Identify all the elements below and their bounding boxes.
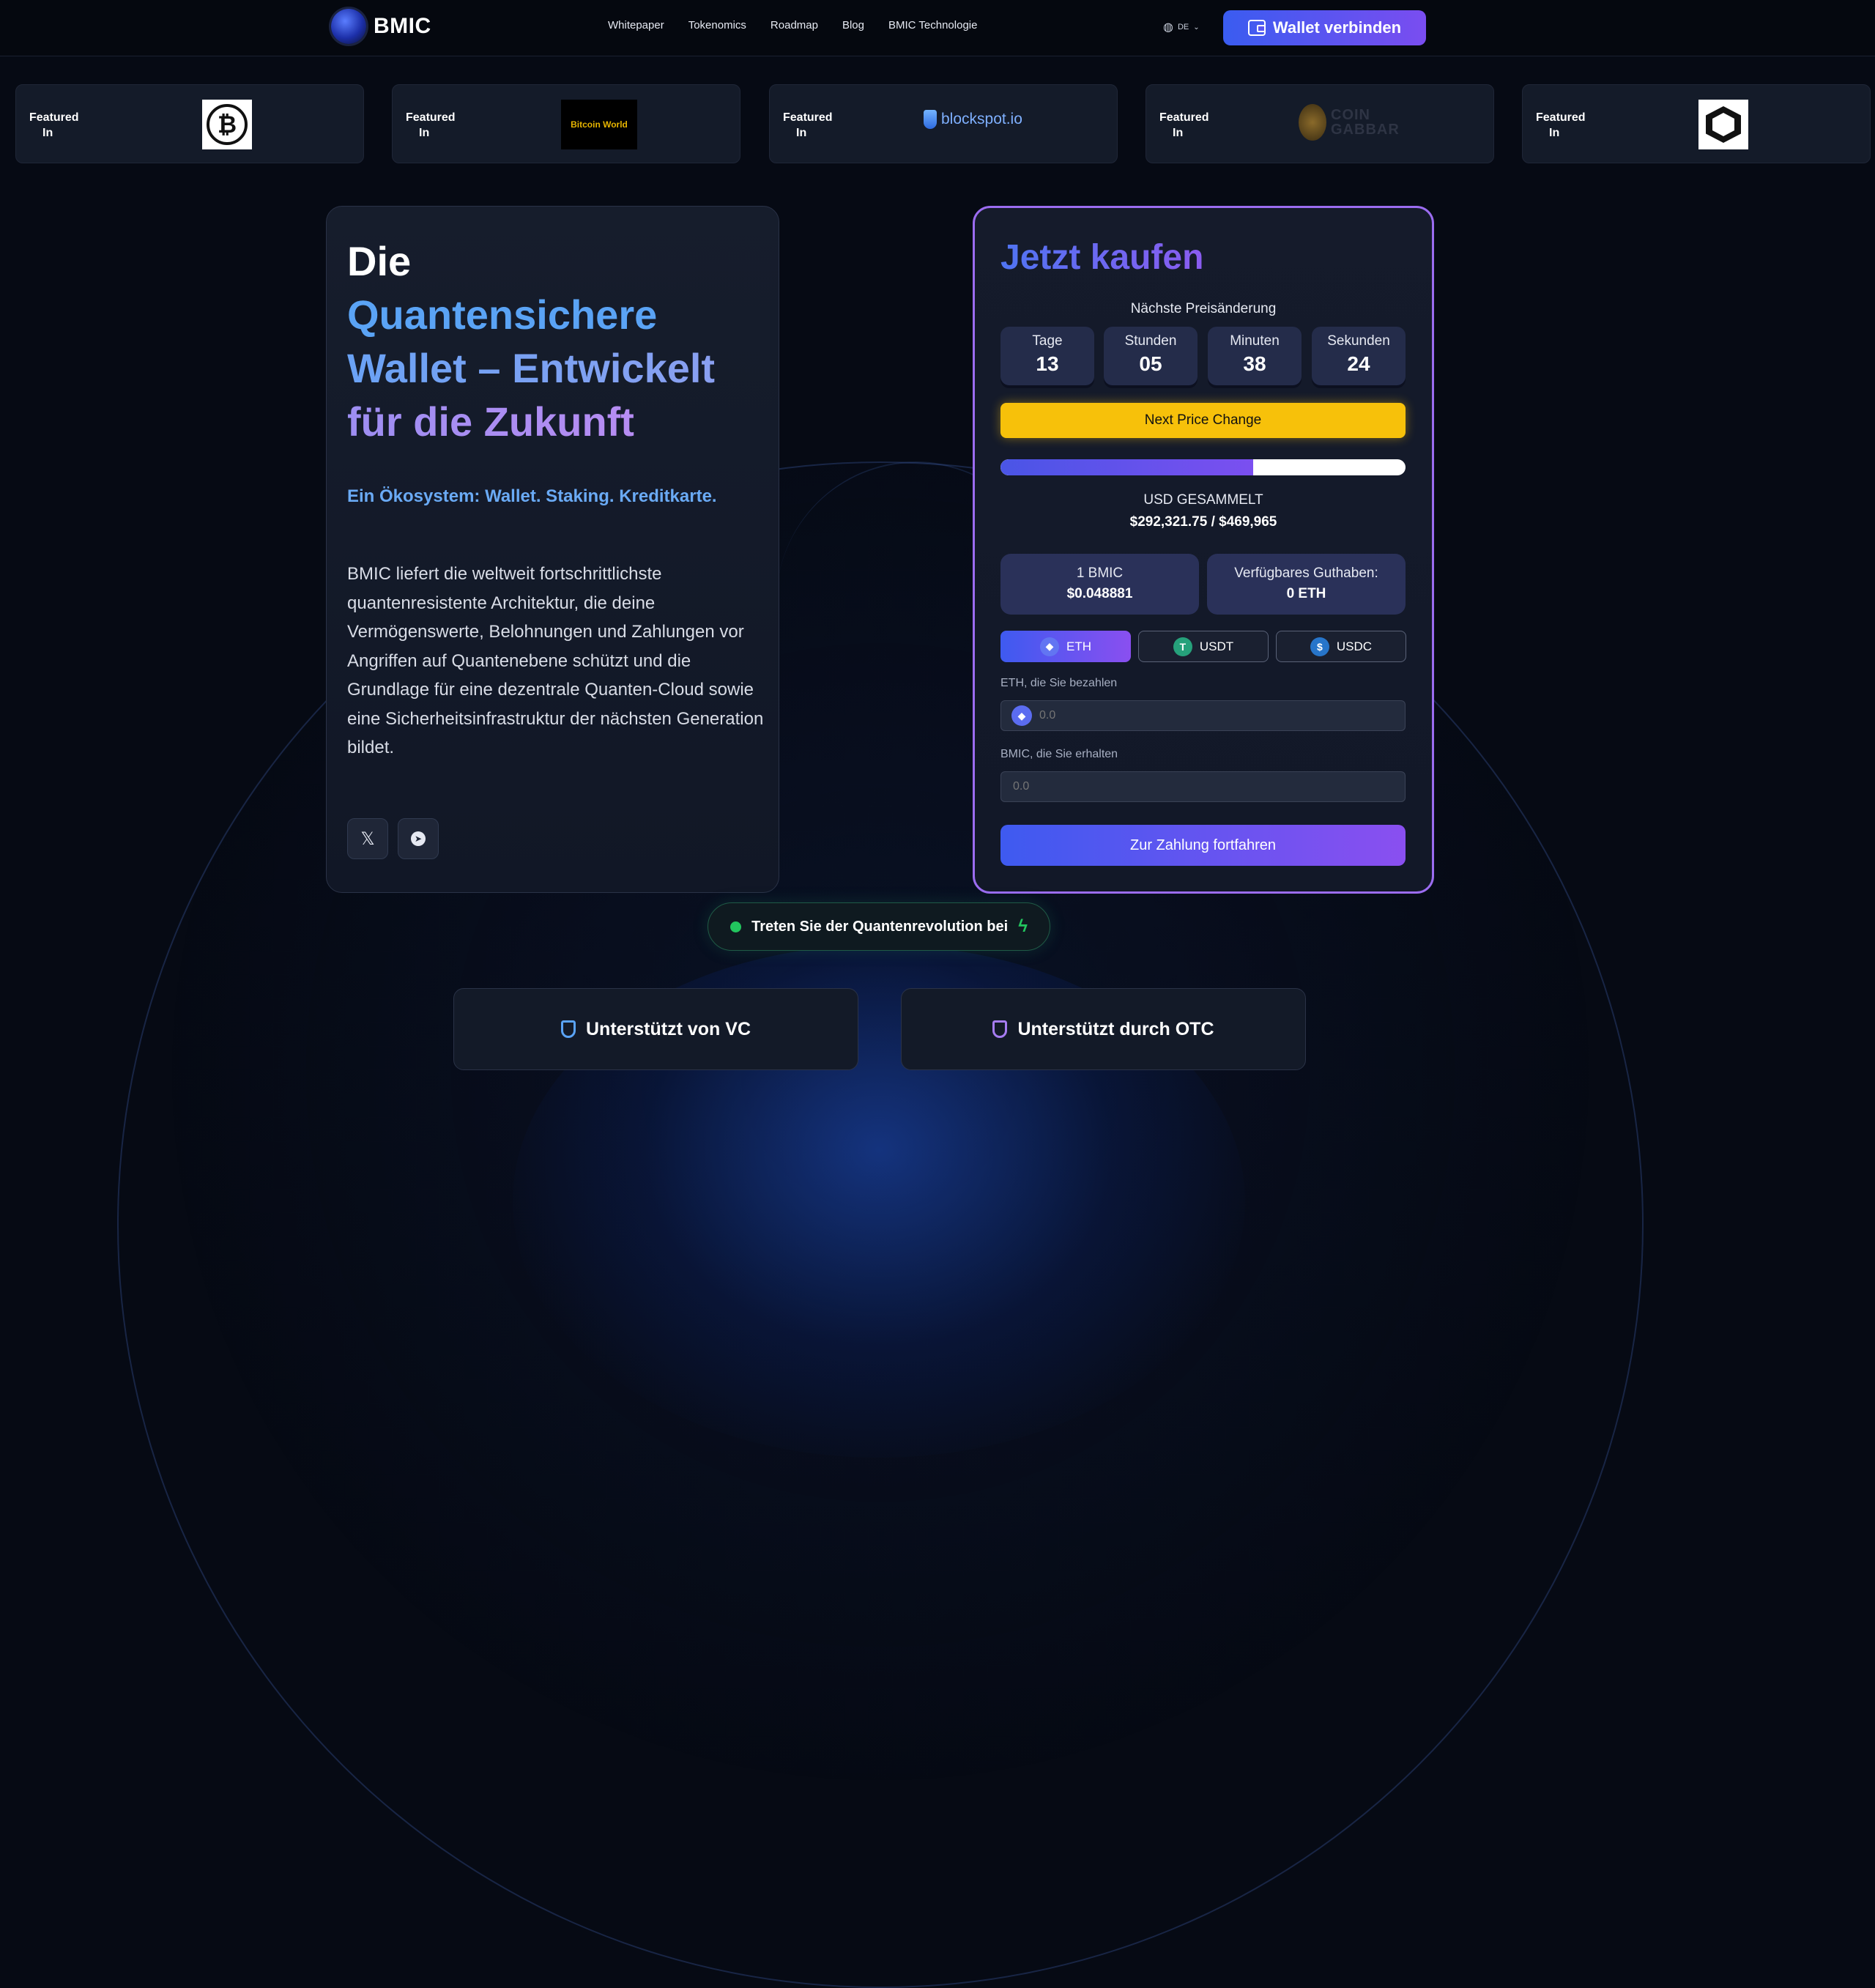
telegram-social-button[interactable]: ➤: [398, 818, 439, 859]
next-price-change-button[interactable]: Next Price Change: [1000, 403, 1406, 438]
connect-wallet-button[interactable]: Wallet verbinden: [1223, 10, 1426, 45]
lightning-icon: ϟ: [1018, 916, 1028, 936]
usdc-icon: $: [1310, 637, 1329, 656]
nav-bmic-technologie[interactable]: BMIC Technologie: [888, 19, 977, 31]
brand-name: BMIC: [374, 14, 431, 38]
pay-amount-label: ETH, die Sie bezahlen: [1000, 677, 1118, 689]
featured-label: Featured In: [1159, 111, 1209, 139]
available-balance-label: Verfügbares Guthaben:: [1234, 565, 1378, 581]
receive-amount-input[interactable]: [1011, 779, 1366, 794]
supported-by-otc-text: Unterstützt durch OTC: [1017, 1018, 1214, 1039]
token-price-value: $0.048881: [1066, 586, 1133, 601]
token-usdt-button[interactable]: T USDT: [1138, 631, 1269, 662]
brand-logo[interactable]: BMIC: [331, 9, 431, 44]
usd-raised-label: USD GESAMMELT: [1143, 492, 1263, 508]
nav-tokenomics[interactable]: Tokenomics: [688, 19, 746, 31]
wallet-icon: [1247, 20, 1266, 36]
coin-gabbar-logo-icon: COIN GABBAR: [1299, 104, 1400, 141]
connect-wallet-label: Wallet verbinden: [1272, 18, 1402, 37]
globe-icon: ◍: [1163, 21, 1173, 34]
token-eth-button[interactable]: ◆ ETH: [1000, 631, 1131, 662]
featured-label: Featured In: [29, 111, 79, 139]
presale-progress-fill: [1000, 459, 1253, 475]
chevron-down-icon: ⌄: [1193, 23, 1200, 31]
proceed-to-payment-button[interactable]: Zur Zahlung fortfahren: [1000, 825, 1406, 866]
hexagon-logo-icon: [1698, 100, 1748, 149]
featured-card-bitcoin-world[interactable]: Featured In Bitcoin World: [392, 84, 740, 163]
usd-raised-value: $292,321.75 / $469,965: [1129, 514, 1277, 530]
bmic-logo-icon: [331, 9, 366, 44]
bitcoin-logo-icon: ₿: [202, 100, 252, 149]
telegram-icon: ➤: [411, 831, 426, 846]
supported-by-vc-card: Unterstützt von VC: [453, 988, 858, 1070]
blockspot-text: blockspot.io: [941, 111, 1022, 127]
featured-label: Featured In: [1536, 111, 1586, 139]
countdown-hours: Stunden 05: [1104, 327, 1198, 385]
x-social-button[interactable]: 𝕏: [347, 818, 388, 859]
receive-amount-label: BMIC, die Sie erhalten: [1000, 748, 1118, 760]
receive-amount-field[interactable]: [1000, 771, 1406, 802]
token-usdc-button[interactable]: $ USDC: [1276, 631, 1406, 662]
available-balance-value: 0 ETH: [1286, 586, 1326, 601]
featured-card-hexagon[interactable]: Featured In: [1522, 84, 1871, 163]
blockspot-logo-icon: blockspot.io: [924, 110, 1022, 129]
next-price-change-label: Nächste Preisänderung: [1130, 301, 1277, 316]
eth-icon: ◆: [1040, 637, 1059, 656]
nav-whitepaper[interactable]: Whitepaper: [608, 19, 664, 31]
hero-card: Die Quantensichere Wallet – Entwickelt f…: [326, 206, 779, 893]
countdown-minutes: Minuten 38: [1208, 327, 1302, 385]
hero-subtitle: Ein Ökosystem: Wallet. Staking. Kreditka…: [347, 486, 717, 506]
hero-title: Die Quantensichere Wallet – Entwickelt f…: [347, 234, 772, 448]
featured-card-coin-gabbar[interactable]: Featured In COIN GABBAR: [1146, 84, 1494, 163]
x-icon: 𝕏: [360, 828, 375, 849]
available-balance-box: Verfügbares Guthaben: 0 ETH: [1207, 554, 1406, 615]
supported-by-otc-card: Unterstützt durch OTC: [901, 988, 1306, 1070]
usdt-icon: T: [1173, 637, 1192, 656]
pay-amount-input[interactable]: [1038, 708, 1392, 723]
language-code: DE: [1177, 23, 1189, 31]
featured-label: Featured In: [406, 111, 456, 139]
buy-title: Jetzt kaufen: [1000, 238, 1204, 277]
quantum-revolution-text: Treten Sie der Quantenrevolution bei: [751, 918, 1009, 935]
hero-description: BMIC liefert die weltweit fortschrittlic…: [347, 564, 764, 757]
pay-amount-field[interactable]: ◆: [1000, 700, 1406, 731]
token-price-label: 1 BMIC: [1076, 565, 1124, 581]
bitcoin-world-logo-icon: Bitcoin World: [561, 100, 637, 149]
nav-roadmap[interactable]: Roadmap: [771, 19, 818, 31]
quantum-revolution-pill[interactable]: Treten Sie der Quantenrevolution bei ϟ: [708, 902, 1050, 951]
shield-icon: [561, 1020, 576, 1038]
featured-card-bitcoin[interactable]: Featured In ₿: [15, 84, 364, 163]
countdown-days: Tage 13: [1000, 327, 1094, 385]
buy-widget: Jetzt kaufen Nächste Preisänderung Tage 1…: [973, 206, 1434, 894]
shield-icon: [992, 1020, 1008, 1038]
countdown-seconds: Sekunden 24: [1312, 327, 1406, 385]
featured-card-blockspot[interactable]: Featured In blockspot.io: [769, 84, 1118, 163]
token-price-box: 1 BMIC $0.048881: [1000, 554, 1199, 615]
eth-icon: ◆: [1011, 705, 1032, 726]
top-header: BMIC Whitepaper Tokenomics Roadmap Blog …: [0, 0, 1875, 56]
supported-by-vc-text: Unterstützt von VC: [586, 1018, 751, 1039]
nav-blog[interactable]: Blog: [842, 19, 864, 31]
main-nav: Whitepaper Tokenomics Roadmap Blog BMIC …: [608, 19, 977, 31]
presale-progress-bar: [1000, 459, 1406, 475]
featured-label: Featured In: [783, 111, 833, 139]
status-dot-icon: [730, 921, 742, 932]
language-selector[interactable]: ◍ DE ⌄: [1163, 20, 1200, 34]
